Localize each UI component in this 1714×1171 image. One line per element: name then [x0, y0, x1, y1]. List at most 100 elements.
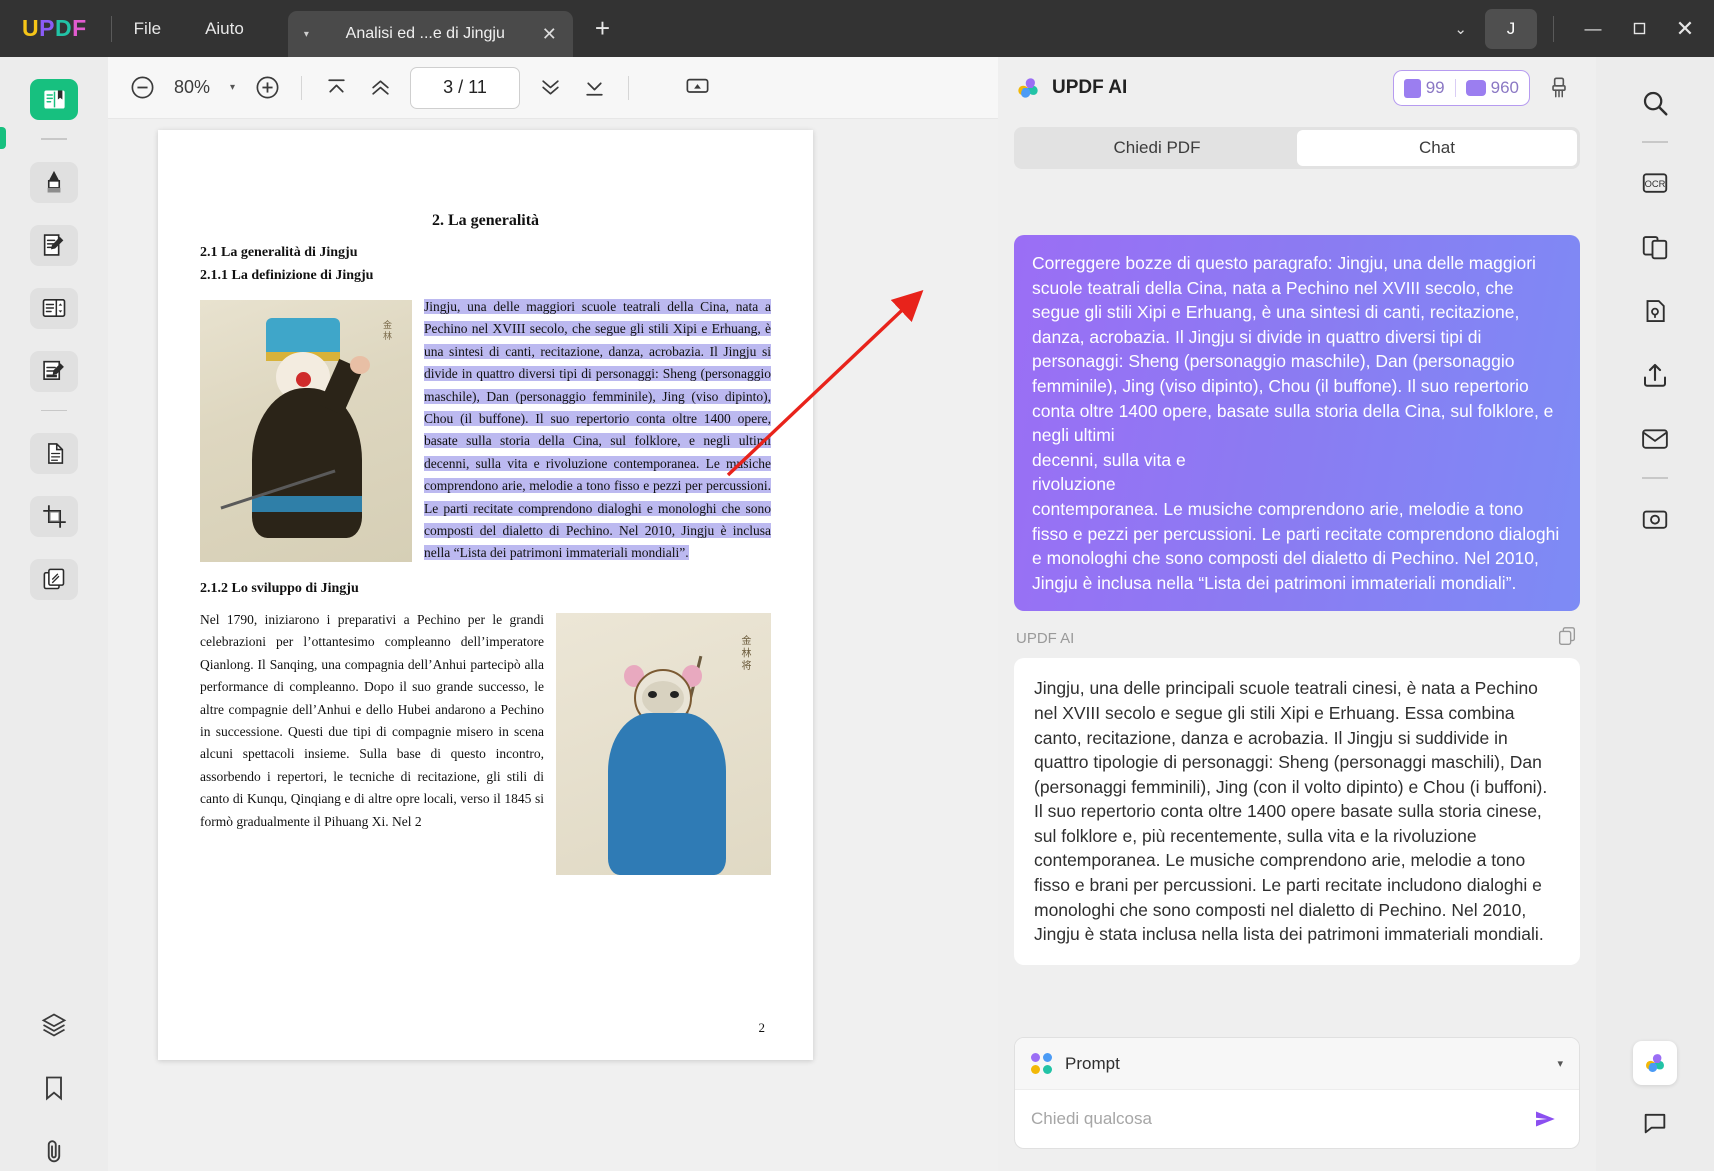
badge-chats-count: 960 — [1490, 78, 1519, 97]
badge-chats[interactable]: 960 — [1465, 78, 1519, 98]
logo-letter-u: U — [22, 15, 40, 41]
layers-icon — [41, 1013, 67, 1037]
active-tool-marker — [0, 127, 6, 149]
sidebar-item-email[interactable] — [1631, 415, 1679, 463]
present-button[interactable] — [675, 66, 719, 110]
logo-letter-d: D — [54, 15, 73, 41]
next-page-button[interactable] — [528, 66, 572, 110]
last-page-button[interactable] — [572, 66, 616, 110]
ai-credit-badges[interactable]: 99 960 — [1392, 70, 1530, 106]
left-toolbar — [0, 57, 108, 1171]
sidebar-item-highlighter[interactable] — [30, 161, 78, 203]
chat-messages-scroll[interactable]: Correggere bozze di questo paragrafo: Ji… — [998, 227, 1596, 987]
menu-file[interactable]: File — [112, 0, 183, 57]
figure-image-1: 金 林 — [200, 300, 412, 562]
zoom-in-button[interactable] — [245, 66, 289, 110]
sidebar-item-share[interactable] — [1631, 351, 1679, 399]
close-window-button[interactable]: ✕ — [1662, 0, 1708, 57]
right-rail-divider-1 — [1642, 141, 1668, 143]
sidebar-item-protect[interactable] — [1631, 287, 1679, 335]
chevron-down-icon[interactable]: ▾ — [220, 82, 245, 93]
prompt-selector[interactable]: Prompt ▾ — [1015, 1038, 1579, 1090]
tab-chiedi-pdf[interactable]: Chiedi PDF — [1017, 130, 1297, 166]
document-tab[interactable]: ▾ Analisi ed ...e di Jingju ✕ — [287, 11, 573, 57]
sidebar-item-ocr[interactable]: OCR — [1631, 159, 1679, 207]
figure-image-2: 金 林 将 — [556, 612, 771, 875]
sidebar-item-capture[interactable] — [1631, 495, 1679, 543]
ai-response-label: UPDF AI — [1016, 630, 1075, 648]
user-message-bubble[interactable]: Correggere bozze di questo paragrafo: Ji… — [1014, 235, 1580, 612]
titlebar-divider-2 — [1553, 15, 1554, 42]
updf-ai-panel: UPDF AI 99 960 Chiedi PDF Chat Corregger… — [998, 57, 1596, 1171]
ai-tabs: Chiedi PDF Chat — [1014, 127, 1580, 169]
document-toolbar: 80% ▾ 3 / 11 — [108, 57, 998, 119]
chevron-up-double-icon — [371, 80, 389, 95]
sidebar-item-convert[interactable] — [30, 433, 78, 475]
chat-badge-icon — [1465, 80, 1486, 96]
maximize-icon — [1633, 22, 1645, 35]
clear-chat-button[interactable] — [1538, 67, 1580, 109]
sidebar-item-annotate[interactable] — [30, 350, 78, 392]
attachment-icon — [47, 1139, 61, 1162]
ocr-icon: OCR — [1642, 173, 1668, 193]
sidebar-item-bookmark[interactable] — [30, 1067, 78, 1108]
sidebar-item-search[interactable] — [1631, 79, 1679, 127]
updf-application-window: U P D F File Aiuto ▾ Analisi ed ...e di … — [0, 0, 1714, 1171]
tab-chat[interactable]: Chat — [1297, 130, 1577, 166]
badge-documents[interactable]: 99 — [1403, 78, 1445, 98]
highlighted-paragraph[interactable]: Jingju, una delle maggiori scuole teatra… — [424, 299, 771, 561]
minimize-button[interactable]: — — [1570, 0, 1616, 57]
toolbar-divider — [301, 75, 303, 100]
comment-button[interactable] — [1631, 1099, 1679, 1147]
zoom-level-value[interactable]: 80% — [164, 77, 220, 98]
updf-ai-logo-icon — [1018, 78, 1038, 98]
menu-aiuto[interactable]: Aiuto — [183, 0, 266, 57]
ai-composer: Prompt ▾ — [1014, 1037, 1580, 1149]
logo-letter-p: P — [39, 15, 55, 41]
page-number-label: 2 — [758, 1020, 766, 1035]
badge-divider — [1454, 79, 1456, 97]
close-icon[interactable]: ✕ — [542, 24, 557, 45]
compare-icon — [1642, 236, 1668, 260]
pdf-page[interactable]: 2. La generalità 2.1 La generalità di Ji… — [158, 130, 813, 1060]
updf-ai-button[interactable] — [1633, 1041, 1677, 1085]
ask-input[interactable] — [1031, 1109, 1529, 1129]
svg-text:OCR: OCR — [1645, 179, 1666, 189]
right-toolbar: OCR — [1596, 57, 1714, 1171]
prev-page-button[interactable] — [358, 66, 402, 110]
document-body-2: 金 林 将 Nel 1790, iniziarono i preparativi… — [200, 609, 771, 875]
sidebar-item-edit-pdf[interactable] — [30, 224, 78, 266]
sidebar-item-organize-pages[interactable] — [30, 287, 78, 329]
new-tab-button[interactable]: + — [595, 13, 610, 44]
paragraph-2-1-2[interactable]: Nel 1790, iniziarono i preparativi a Pec… — [200, 612, 544, 829]
ai-input-row — [1015, 1090, 1579, 1148]
present-icon — [686, 78, 708, 93]
document-badge-icon — [1403, 78, 1421, 98]
prompt-dots-icon — [1031, 1052, 1053, 1075]
right-rail-bottom-group — [1631, 1041, 1679, 1147]
chevron-down-icon[interactable]: ▾ — [1557, 1057, 1563, 1070]
avatar[interactable]: J — [1485, 8, 1537, 49]
copy-response-button[interactable] — [1556, 625, 1578, 652]
sidebar-item-read-mode[interactable] — [30, 79, 78, 120]
sidebar-item-attachment[interactable] — [30, 1130, 78, 1171]
chevron-down-icon[interactable]: ⌄ — [1436, 20, 1485, 38]
read-mode-icon — [43, 90, 65, 109]
updf-logo: U P D F — [22, 15, 87, 42]
zoom-out-icon — [131, 76, 153, 99]
sidebar-item-layers[interactable] — [30, 1004, 78, 1045]
first-page-button[interactable] — [314, 66, 358, 110]
pdf-view-area[interactable]: 2. La generalità 2.1 La generalità di Ji… — [108, 119, 998, 1171]
page-indicator[interactable]: 3 / 11 — [410, 66, 521, 109]
badge-documents-count: 99 — [1425, 78, 1445, 97]
send-button[interactable] — [1529, 1102, 1563, 1136]
maximize-button[interactable] — [1616, 0, 1662, 57]
sidebar-item-crop[interactable] — [30, 496, 78, 538]
zoom-out-button[interactable] — [120, 66, 164, 110]
sidebar-item-batch[interactable] — [30, 559, 78, 601]
chevron-down-double-icon — [541, 80, 559, 95]
figure-2-caption: 金 林 将 — [739, 634, 750, 670]
copy-icon — [1558, 627, 1576, 646]
ai-response-bubble[interactable]: Jingju, una delle principali scuole teat… — [1014, 658, 1580, 965]
sidebar-item-compare[interactable] — [1631, 223, 1679, 271]
